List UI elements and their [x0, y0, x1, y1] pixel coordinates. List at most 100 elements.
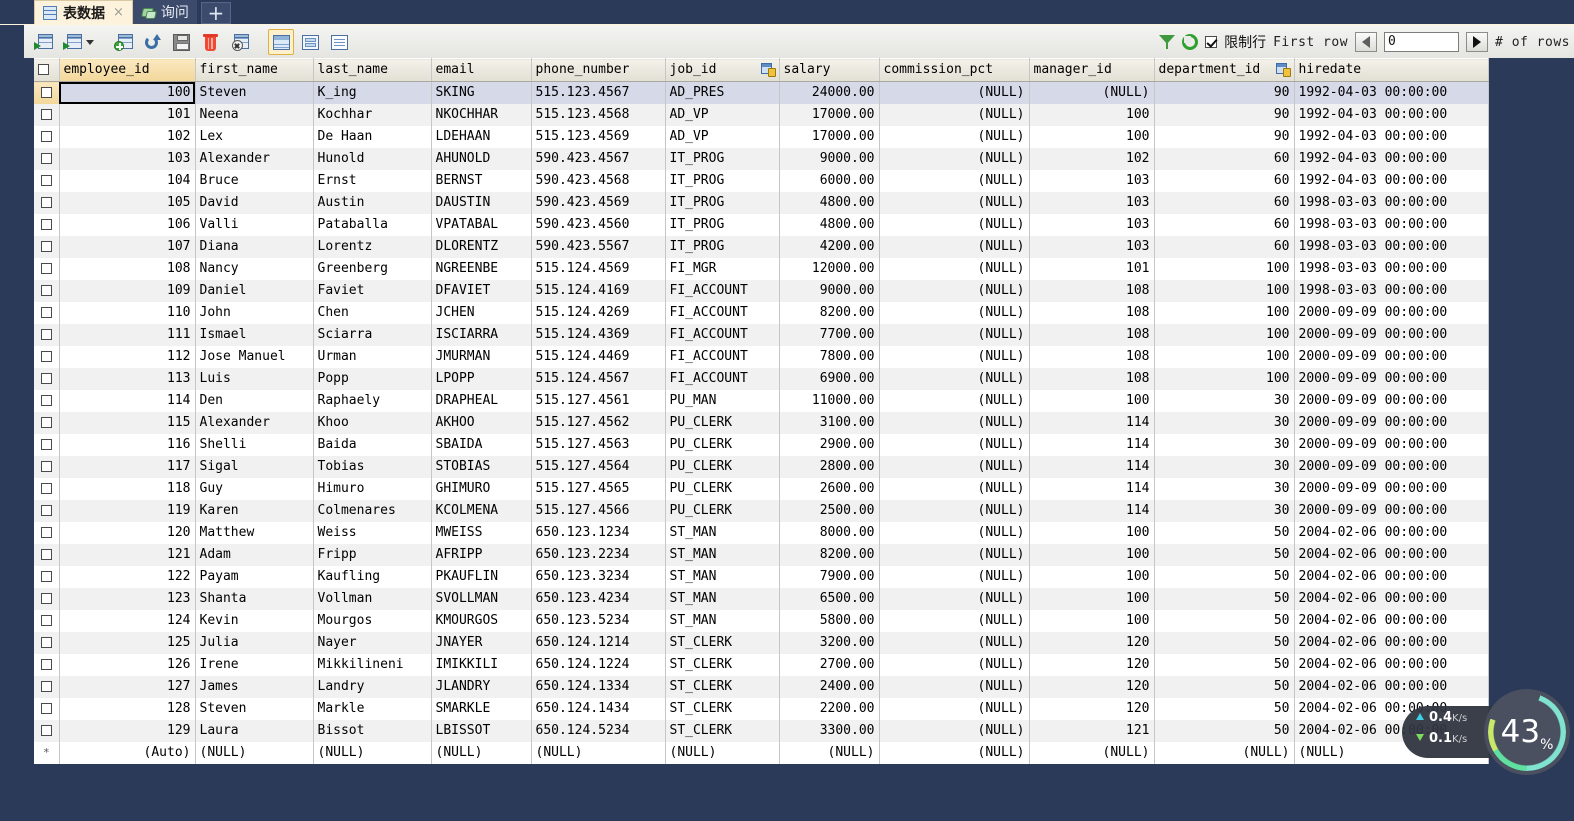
cell-commission_pct[interactable]: (NULL) — [879, 126, 1030, 148]
table-row[interactable]: 100 Steven K_ing SKING 515.123.4567 AD_PRES 24… — [34, 81, 1489, 104]
column-header-last_name[interactable]: last_name — [313, 58, 432, 82]
cell-employee_id[interactable]: 129 — [59, 720, 196, 742]
cell-commission_pct[interactable]: (NULL) — [879, 478, 1030, 500]
table-row[interactable]: 110 John Chen JCHEN 515.124.4269 FI_ACCOUNT 82… — [34, 302, 1489, 324]
cell-phone_number[interactable]: 650.123.1234 — [531, 522, 666, 544]
cell-hiredate[interactable]: 2000-09-09 00:00:00 — [1294, 390, 1489, 412]
cell-department_id[interactable]: 30 — [1154, 390, 1295, 412]
table-row[interactable]: 102 Lex De Haan LDEHAAN 515.123.4569 AD_VP 170… — [34, 126, 1489, 148]
cell-last_name[interactable]: K_ing — [313, 81, 432, 104]
cell-manager_id[interactable]: 114 — [1029, 456, 1155, 478]
cell-job_id[interactable]: FI_ACCOUNT — [665, 280, 780, 302]
cell-salary[interactable]: 7700.00 — [779, 324, 880, 346]
cell-job_id[interactable]: ST_CLERK — [665, 632, 780, 654]
cell-email[interactable]: JNAYER — [431, 632, 532, 654]
table-row[interactable]: 106 Valli Pataballa VPATABAL 590.423.4560 IT_… — [34, 214, 1489, 236]
cell-manager_id[interactable]: 108 — [1029, 368, 1155, 390]
row-header[interactable] — [34, 588, 60, 610]
cell-employee_id[interactable]: 126 — [59, 654, 196, 676]
cell-first_name[interactable]: Shelli — [195, 434, 314, 456]
cell-email[interactable]: AHUNOLD — [431, 148, 532, 170]
cell-last_name[interactable]: Austin — [313, 192, 432, 214]
cell-last_name[interactable]: Urman — [313, 346, 432, 368]
cell-job_id[interactable]: IT_PROG — [665, 192, 780, 214]
cell-employee_id[interactable]: 114 — [59, 390, 196, 412]
cell-job_id[interactable]: IT_PROG — [665, 170, 780, 192]
cell-email[interactable]: IMIKKILI — [431, 654, 532, 676]
form-view-button[interactable] — [326, 29, 352, 55]
cell-department_id[interactable]: 50 — [1154, 720, 1295, 742]
cell-salary[interactable]: 9000.00 — [779, 280, 880, 302]
cell-salary[interactable]: 12000.00 — [779, 258, 880, 280]
cell-salary[interactable]: 17000.00 — [779, 104, 880, 126]
cell-email[interactable]: LPOPP — [431, 368, 532, 390]
table-row[interactable]: 121 Adam Fripp AFRIPP 650.123.2234 ST_MAN 8200… — [34, 544, 1489, 566]
cell-last_name[interactable]: Baida — [313, 434, 432, 456]
cell-phone_number[interactable]: 650.124.1224 — [531, 654, 666, 676]
cell-email[interactable]: SKING — [431, 81, 532, 104]
cell-hiredate[interactable]: 2000-09-09 00:00:00 — [1294, 500, 1489, 522]
row-select-checkbox[interactable] — [40, 615, 52, 626]
cell-hiredate[interactable]: 1998-03-03 00:00:00 — [1294, 258, 1489, 280]
cell-salary[interactable]: 6000.00 — [779, 170, 880, 192]
cell-first_name[interactable]: Steven — [195, 698, 314, 720]
row-select-checkbox[interactable] — [40, 263, 52, 274]
cell-commission_pct[interactable]: (NULL) — [879, 720, 1030, 742]
cell-employee_id[interactable]: 107 — [59, 236, 196, 258]
table-row[interactable]: 125 Julia Nayer JNAYER 650.124.1214 ST_CLERK 3… — [34, 632, 1489, 654]
cell-first_name[interactable]: Jose Manuel — [195, 346, 314, 368]
cell-phone_number[interactable]: 515.127.4564 — [531, 456, 666, 478]
insert-record-button[interactable] — [30, 29, 56, 55]
cell-job_id[interactable]: FI_ACCOUNT — [665, 346, 780, 368]
row-header[interactable] — [34, 522, 60, 544]
cell-manager_id[interactable]: 100 — [1029, 390, 1155, 412]
tab-close-icon[interactable]: × — [111, 5, 124, 20]
cell-employee_id[interactable]: 113 — [59, 368, 196, 390]
cell-last_name[interactable]: Tobias — [313, 456, 432, 478]
table-row[interactable]: 108 Nancy Greenberg NGREENBE 515.124.4569 FI_… — [34, 258, 1489, 280]
cell-commission_pct[interactable]: (NULL) — [879, 324, 1030, 346]
cell-employee_id[interactable]: 115 — [59, 412, 196, 434]
cell-department_id[interactable]: 30 — [1154, 456, 1295, 478]
cell-manager_id[interactable]: 108 — [1029, 280, 1155, 302]
cell-email[interactable]: STOBIAS — [431, 456, 532, 478]
cell-salary[interactable]: 2600.00 — [779, 478, 880, 500]
refresh-icon[interactable] — [1182, 34, 1199, 50]
cell-salary[interactable]: 2200.00 — [779, 698, 880, 720]
cell-phone_number[interactable]: 590.423.4560 — [531, 214, 666, 236]
cell-job_id[interactable]: PU_CLERK — [665, 412, 780, 434]
cell-phone_number[interactable]: 590.423.4569 — [531, 192, 666, 214]
cell-department_id[interactable]: 60 — [1154, 170, 1295, 192]
cell-phone_number[interactable]: 650.123.2234 — [531, 544, 666, 566]
cell-employee_id[interactable]: 111 — [59, 324, 196, 346]
cell-commission_pct[interactable]: (NULL) — [879, 170, 1030, 192]
cell-manager_id[interactable]: 121 — [1029, 720, 1155, 742]
row-select-checkbox[interactable] — [40, 461, 52, 472]
cell-employee_id[interactable]: 109 — [59, 280, 196, 302]
cell-manager_id[interactable]: 108 — [1029, 302, 1155, 324]
cell-hiredate[interactable]: 2004-02-06 00:00:00 — [1294, 544, 1489, 566]
row-header[interactable] — [34, 720, 60, 742]
column-header-job_id[interactable]: job_id — [665, 58, 780, 82]
row-select-checkbox[interactable] — [40, 505, 52, 516]
cell-job_id[interactable]: IT_PROG — [665, 214, 780, 236]
row-header[interactable] — [34, 456, 60, 478]
cell-first_name[interactable]: Steven — [195, 81, 314, 104]
cell-department_id[interactable]: 100 — [1154, 346, 1295, 368]
cell-first_name[interactable]: John — [195, 302, 314, 324]
cell-email[interactable]: SBAIDA — [431, 434, 532, 456]
cell-first_name[interactable]: Julia — [195, 632, 314, 654]
cell-commission_pct[interactable]: (NULL) — [879, 192, 1030, 214]
cell-hiredate[interactable]: 1998-03-03 00:00:00 — [1294, 280, 1489, 302]
column-header-department_id[interactable]: department_id — [1154, 58, 1295, 82]
cell-manager_id[interactable]: 120 — [1029, 698, 1155, 720]
cell-phone_number[interactable]: 515.123.4567 — [531, 81, 666, 104]
cell-commission_pct[interactable]: (NULL) — [879, 104, 1030, 126]
cell-salary[interactable]: 8000.00 — [779, 522, 880, 544]
delete-record-button[interactable] — [197, 29, 223, 55]
column-header-first_name[interactable]: first_name — [195, 58, 314, 82]
cell-email[interactable]: JLANDRY — [431, 676, 532, 698]
cell-employee_id[interactable]: 106 — [59, 214, 196, 236]
table-row[interactable]: 111 Ismael Sciarra ISCIARRA 515.124.4369 FI_A… — [34, 324, 1489, 346]
row-select-checkbox[interactable] — [40, 373, 52, 384]
